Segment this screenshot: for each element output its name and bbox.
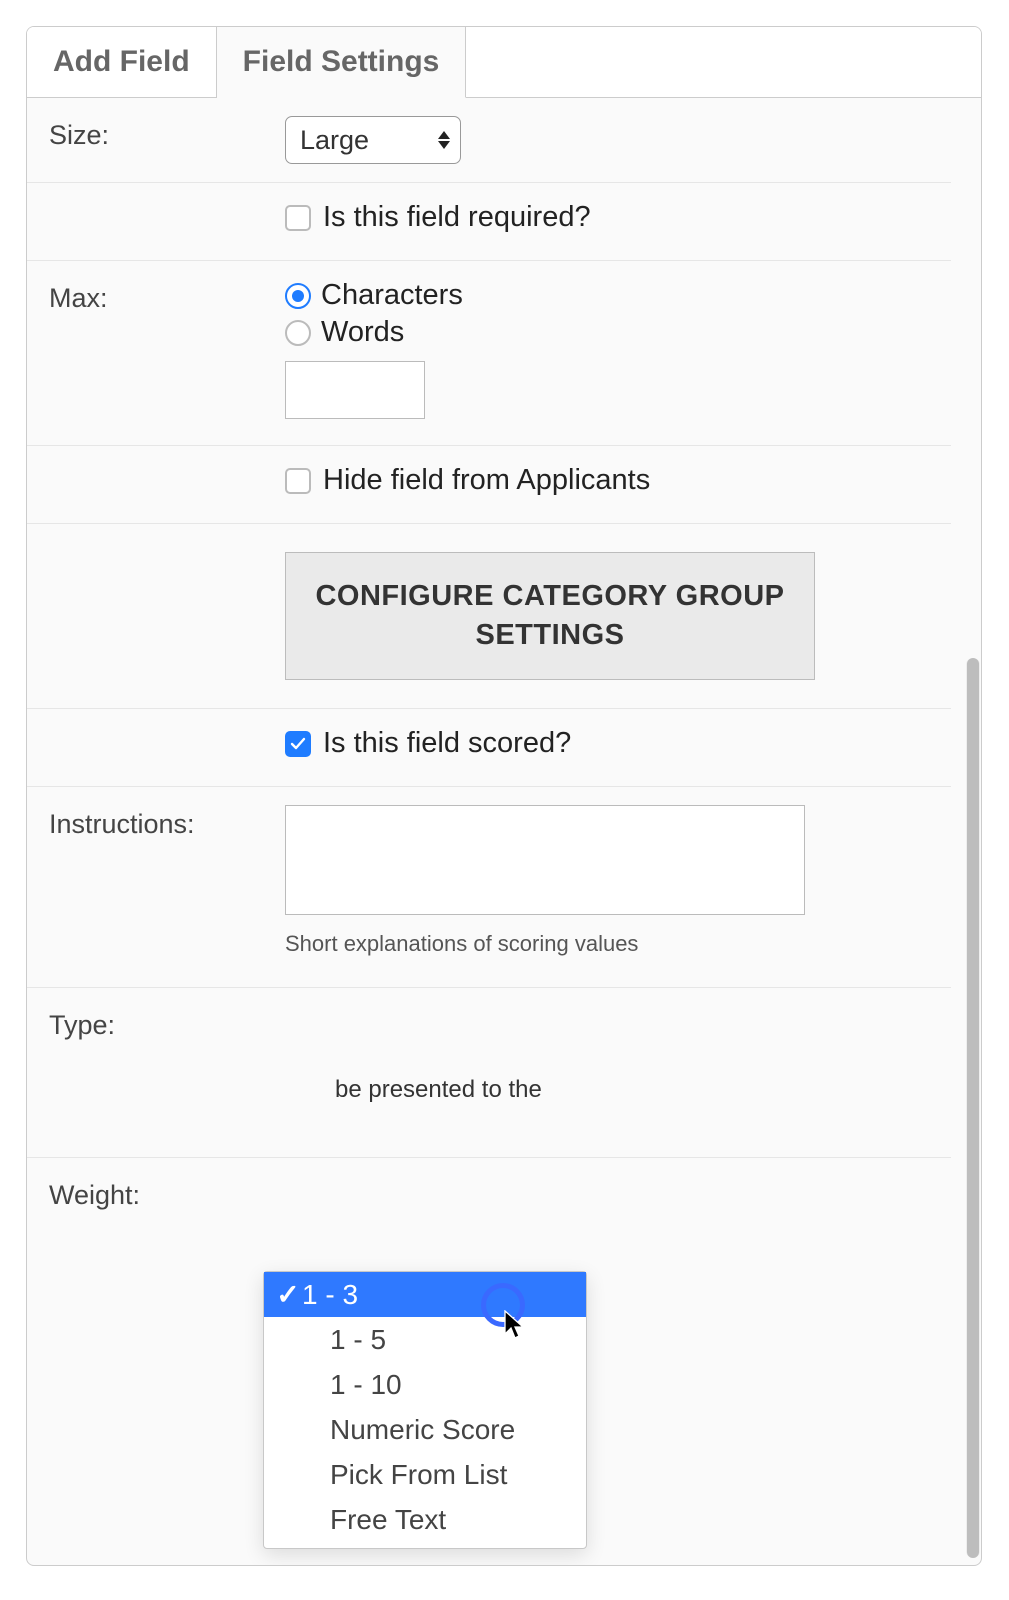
max-value-input[interactable] (285, 361, 425, 419)
row-hide: Hide field from Applicants (27, 445, 951, 523)
settings-panel: Add Field Field Settings Size: Large (26, 26, 982, 1566)
hide-label: Hide field from Applicants (323, 464, 650, 497)
tab-add-field[interactable]: Add Field (27, 27, 217, 98)
tab-bar: Add Field Field Settings (27, 27, 981, 98)
type-dropdown-menu: ✓ 1 - 3 ✓ 1 - 5 ✓ 1 - 10 ✓ Numeric Score… (263, 1271, 587, 1549)
type-option-1-10[interactable]: ✓ 1 - 10 (264, 1362, 586, 1407)
row-instructions: Instructions: Short explanations of scor… (27, 786, 951, 987)
size-select-value: Large (300, 125, 369, 156)
max-words-label: Words (321, 316, 404, 349)
hide-checkbox[interactable] (285, 468, 311, 494)
row-type: Type: be presented to the (27, 987, 951, 1157)
label-size: Size: (27, 98, 265, 173)
max-characters-label: Characters (321, 279, 463, 312)
type-option-1-5-label: 1 - 5 (330, 1324, 386, 1356)
type-option-numeric-label: Numeric Score (330, 1414, 515, 1446)
row-scored: Is this field scored? (27, 708, 951, 786)
label-weight: Weight: (27, 1158, 265, 1233)
type-option-1-3-label: 1 - 3 (302, 1279, 358, 1311)
scrollbar-thumb[interactable] (967, 658, 979, 1558)
row-weight: Weight: (27, 1157, 951, 1277)
instructions-textarea[interactable] (285, 805, 805, 915)
type-option-numeric[interactable]: ✓ Numeric Score (264, 1407, 586, 1452)
required-checkbox[interactable] (285, 205, 311, 231)
row-configure: CONFIGURE CATEGORY GROUP SETTINGS (27, 523, 951, 708)
tab-field-settings-label: Field Settings (243, 45, 440, 78)
required-label: Is this field required? (323, 201, 591, 234)
type-option-picklist-label: Pick From List (330, 1459, 507, 1491)
label-max: Max: (27, 261, 265, 336)
type-option-freetext[interactable]: ✓ Free Text (264, 1497, 586, 1542)
max-radio-words[interactable] (285, 320, 311, 346)
instructions-hint: Short explanations of scoring values (285, 931, 931, 957)
max-radio-characters[interactable] (285, 283, 311, 309)
type-option-1-5[interactable]: ✓ 1 - 5 (264, 1317, 586, 1362)
scrollbar[interactable] (966, 658, 980, 1558)
scored-checkbox[interactable] (285, 731, 311, 757)
scored-label: Is this field scored? (323, 727, 571, 760)
row-required: Is this field required? (27, 182, 951, 260)
label-type: Type: (27, 988, 265, 1063)
type-option-1-3[interactable]: ✓ 1 - 3 (264, 1272, 586, 1317)
type-option-freetext-label: Free Text (330, 1504, 446, 1536)
select-arrows-icon (438, 131, 450, 149)
type-option-1-10-label: 1 - 10 (330, 1369, 402, 1401)
checkmark-icon: ✓ (274, 1278, 302, 1311)
configure-category-button[interactable]: CONFIGURE CATEGORY GROUP SETTINGS (285, 552, 815, 680)
type-help-text: be presented to the (335, 1076, 931, 1104)
type-option-picklist[interactable]: ✓ Pick From List (264, 1452, 586, 1497)
row-size: Size: Large (27, 98, 951, 182)
tab-add-field-label: Add Field (53, 45, 190, 78)
configure-category-label: CONFIGURE CATEGORY GROUP SETTINGS (306, 577, 794, 655)
row-max: Max: Characters Words (27, 260, 951, 445)
size-select[interactable]: Large (285, 116, 461, 164)
label-instructions: Instructions: (27, 787, 265, 862)
tab-field-settings[interactable]: Field Settings (217, 27, 467, 98)
